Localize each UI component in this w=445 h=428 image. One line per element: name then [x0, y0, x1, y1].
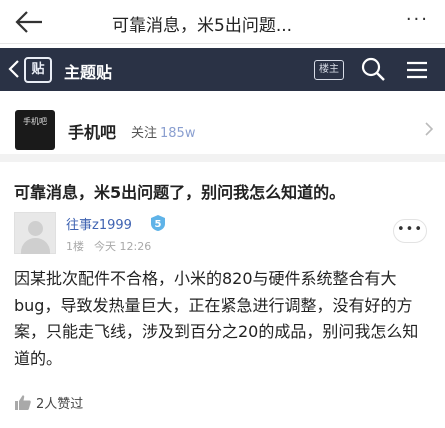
- post-meta: 1楼 今天 12:26: [66, 238, 161, 254]
- follow-label: 关注: [131, 126, 158, 141]
- level-number: 5: [155, 219, 162, 230]
- back-arrow-icon[interactable]: [14, 9, 44, 35]
- tieba-header-title: 主题贴: [64, 63, 113, 82]
- forum-row[interactable]: 手机吧 手机吧 关注 185w: [0, 96, 445, 162]
- forum-logo-text: 手机吧: [23, 117, 47, 126]
- follow-info: 关注 185w: [131, 122, 195, 141]
- thumbs-up-icon: [15, 395, 31, 410]
- forum-avatar[interactable]: 手机吧: [15, 110, 55, 150]
- like-button[interactable]: 2人赞过: [14, 393, 83, 412]
- page-title: 可靠消息，米5出问题...: [112, 16, 293, 36]
- chevron-right-icon[interactable]: [425, 121, 434, 140]
- only-op-button[interactable]: 楼主: [314, 60, 344, 80]
- search-icon[interactable]: [360, 56, 386, 86]
- post-time: 今天 12:26: [94, 240, 152, 253]
- floor-number: 1楼: [66, 240, 84, 253]
- tieba-header: 贴 主题贴 楼主: [0, 48, 445, 91]
- menu-icon[interactable]: [406, 60, 428, 84]
- avatar[interactable]: [14, 212, 56, 254]
- app-bar: 可靠消息，米5出问题... ···: [0, 0, 445, 44]
- avatar-body-shape: [21, 238, 50, 254]
- more-options-icon[interactable]: ···: [406, 9, 429, 30]
- forum-name[interactable]: 手机吧: [68, 119, 116, 143]
- chevron-left-icon[interactable]: [8, 60, 20, 82]
- level-badge-icon: 5: [149, 214, 167, 232]
- tieba-logo-icon[interactable]: 贴: [24, 57, 52, 83]
- post-body: 因某批次配件不合格，小米的820与硬件系统整合有大bug，导致发热量巨大，正在紧…: [14, 269, 419, 368]
- avatar-head-shape: [28, 221, 43, 236]
- post-more-button[interactable]: •••: [393, 219, 427, 243]
- author-name[interactable]: 往事z1999: [66, 214, 132, 233]
- like-count: 2人赞过: [36, 397, 84, 412]
- post-title: 可靠消息，米5出问题了，别问我怎么知道的。: [14, 183, 346, 202]
- follow-count: 185w: [160, 126, 196, 141]
